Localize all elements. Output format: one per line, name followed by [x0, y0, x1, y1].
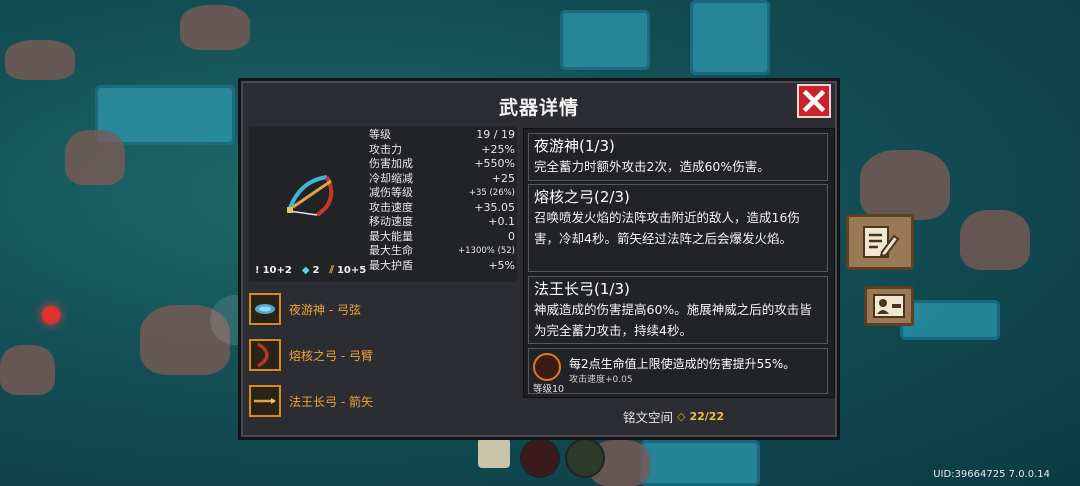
- badge-value: 10+5: [336, 265, 367, 276]
- stat-label: 移动速度: [369, 215, 413, 228]
- bow-limb-icon: [249, 339, 281, 371]
- weapon-stats-box: 等级 19 / 19 攻击力 +25% 伤害加成 +550% 冷却缩减 +25 减伤等级…: [249, 126, 517, 282]
- bowstring-icon: [249, 293, 281, 325]
- id-card-icon: [873, 294, 905, 318]
- stat-label: 最大能量: [369, 229, 413, 243]
- bow-weapon-icon: [287, 175, 334, 217]
- damage-badge: ! 10+2: [255, 265, 292, 276]
- stats-list: 等级 19 / 19 攻击力 +25% 伤害加成 +550% 冷却缩减 +25 减伤等级…: [369, 128, 515, 273]
- feather-icon: ⫽: [329, 265, 334, 276]
- sword-icon: !: [255, 265, 260, 276]
- enemy-marker-icon: [42, 306, 60, 324]
- background-creature: [65, 130, 125, 185]
- stat-row: 攻击速度 +35.05: [369, 201, 515, 216]
- ability-slot[interactable]: [565, 438, 605, 478]
- stat-value: +550%: [474, 157, 515, 170]
- notes-button[interactable]: [846, 214, 914, 270]
- stat-value: 0: [508, 229, 515, 243]
- part-label: 夜游神 - 弓弦: [289, 302, 361, 317]
- background-creature: [860, 150, 950, 220]
- badge-value: 10+2: [262, 265, 292, 276]
- stat-label: 等级: [369, 128, 391, 141]
- part-label: 法王长弓 - 箭矢: [289, 394, 373, 409]
- rune-space-count: 22/22: [689, 410, 725, 423]
- set-bonus-name: 熔核之弓(2/3): [534, 188, 630, 206]
- stat-row: 最大能量 0: [369, 230, 515, 245]
- set-bonus-list[interactable]: 夜游神(1/3) 完全蓄力时额外攻击2次，造成60%伤害。 熔核之弓(2/3) …: [523, 128, 835, 398]
- stat-value: +0.1: [488, 215, 515, 228]
- gem-badge: ◆ 2: [302, 265, 320, 276]
- gem-icon: ◆: [301, 265, 310, 276]
- uid-label: UID:39664725 7.0.0.14: [933, 469, 1050, 480]
- close-icon: [802, 89, 826, 113]
- background-rock: [640, 440, 760, 486]
- set-bonus-name: 夜游神(1/3): [534, 137, 615, 155]
- stat-label: 减伤等级: [369, 186, 413, 199]
- stat-row: 冷却缩减 +25: [369, 172, 515, 187]
- rune-diamond-icon: ◇: [677, 410, 686, 423]
- background-rock: [900, 300, 1000, 340]
- part-item-bow-limb[interactable]: 熔核之弓 - 弓臂: [249, 337, 519, 373]
- badge-value: 2: [312, 265, 320, 276]
- stat-value: +5%: [488, 258, 515, 272]
- background-creature: [180, 5, 250, 50]
- rune-icon: [533, 353, 561, 381]
- stat-row: 减伤等级 +35 (26%): [369, 186, 515, 201]
- panel-title: 武器详情: [498, 97, 579, 119]
- set-bonus-text: 召唤喷发火焰的法阵攻击附近的敌人，造成16伤害，冷却4秒。箭矢经过法阵之后会爆发…: [534, 210, 800, 246]
- background-creature: [5, 40, 75, 80]
- stat-row: 最大护盾 +5%: [369, 259, 515, 274]
- background-creature: [0, 345, 55, 395]
- rune-space: 铭文空间 ◇ 22/22: [623, 407, 724, 426]
- background-rock: [690, 0, 770, 75]
- stat-row: 移动速度 +0.1: [369, 215, 515, 230]
- set-bonus-text: 神威造成的伤害提高60%。施展神威之后的攻击皆为完全蓄力攻击，持续4秒。: [534, 302, 812, 338]
- player-character: [478, 438, 510, 468]
- set-bonus-name: 法王长弓(1/3): [534, 280, 630, 298]
- rune-sub-text: 攻击速度+0.05: [569, 375, 633, 385]
- stat-label: 攻击速度: [369, 200, 413, 214]
- set-bonus-card: 法王长弓(1/3) 神威造成的伤害提高60%。施展神威之后的攻击皆为完全蓄力攻击…: [528, 276, 828, 344]
- rune-space-label: 铭文空间: [623, 410, 674, 425]
- rune-card[interactable]: 每2点生命值上限使造成的伤害提升55%。 攻击速度+0.05 等级10: [528, 348, 828, 395]
- part-label: 熔核之弓 - 弓臂: [289, 348, 373, 363]
- stat-label: 冷却缩减: [369, 171, 413, 185]
- stat-row: 伤害加成 +550%: [369, 157, 515, 172]
- stat-value: +35.05: [474, 200, 515, 214]
- stat-row: 等级 19 / 19: [369, 128, 515, 143]
- weapon-badges: ! 10+2 ◆ 2 ⫽ 10+5: [255, 265, 366, 276]
- stat-value: +25%: [481, 142, 515, 156]
- stat-row: 攻击力 +25%: [369, 143, 515, 158]
- stat-label: 最大护盾: [369, 258, 413, 272]
- set-bonus-card: 夜游神(1/3) 完全蓄力时额外攻击2次，造成60%伤害。: [528, 133, 828, 181]
- close-button[interactable]: [797, 84, 831, 118]
- stat-label: 最大生命: [369, 244, 413, 257]
- background-rock: [560, 10, 650, 70]
- ability-slot[interactable]: [520, 438, 560, 478]
- arrow-icon: [249, 385, 281, 417]
- background-creature: [960, 210, 1030, 270]
- rune-level: 等级10: [533, 384, 565, 395]
- weapon-details-panel: 武器详情 等级 19 / 19 攻击力 +25% 伤害加成 +550% 冷却缩减 +25…: [238, 78, 840, 440]
- stat-value: +35 (26%): [468, 188, 515, 198]
- stat-row: 最大生命 +1300% (52): [369, 244, 515, 259]
- stat-value: 19 / 19: [476, 128, 515, 141]
- speed-badge: ⫽ 10+5: [330, 265, 367, 276]
- rune-effect-text: 每2点生命值上限使造成的伤害提升55%。: [569, 357, 796, 371]
- profile-button[interactable]: [864, 286, 914, 326]
- stat-label: 伤害加成: [369, 157, 413, 170]
- stat-label: 攻击力: [369, 142, 402, 156]
- part-item-bowstring[interactable]: 夜游神 - 弓弦: [249, 291, 519, 327]
- set-bonus-card: 熔核之弓(2/3) 召唤喷发火焰的法阵攻击附近的敌人，造成16伤害，冷却4秒。箭…: [528, 184, 828, 272]
- edit-notes-icon: [863, 226, 900, 258]
- stat-value: +25: [491, 171, 515, 185]
- stat-value: +1300% (52): [458, 246, 515, 256]
- set-bonus-text: 完全蓄力时额外攻击2次，造成60%伤害。: [534, 159, 770, 174]
- part-item-arrow[interactable]: 法王长弓 - 箭矢: [249, 383, 519, 419]
